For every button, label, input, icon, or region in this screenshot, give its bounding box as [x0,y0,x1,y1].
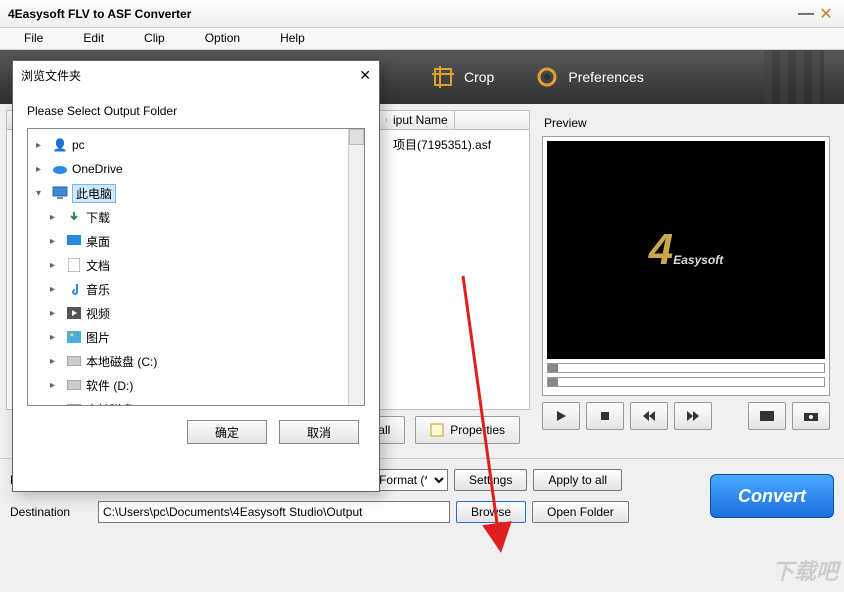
menu-help[interactable]: Help [260,28,325,49]
stop-button[interactable] [586,402,624,430]
properties-button[interactable]: Properties [415,416,520,444]
fullscreen-button[interactable] [748,402,786,430]
tree-item-onedrive[interactable]: ▸OneDrive [30,157,362,181]
close-button[interactable]: ✕ [816,4,836,24]
crop-button[interactable]: Crop [430,64,494,90]
music-icon [66,281,82,297]
snapshot-button[interactable] [792,402,830,430]
next-button[interactable] [674,402,712,430]
desktop-icon [66,233,82,249]
tree-item-documents[interactable]: ▸文档 [30,253,362,277]
user-icon: 👤 [52,137,68,153]
crop-icon [430,64,456,90]
picture-icon [66,329,82,345]
tree-item-disk-e[interactable]: ▸本地磁盘 (E:) [30,397,362,406]
tree-item-downloads[interactable]: ▸下载 [30,205,362,229]
menu-clip[interactable]: Clip [124,28,185,49]
video-icon [66,305,82,321]
document-icon [66,257,82,273]
tree-item-disk-c[interactable]: ▸本地磁盘 (C:) [30,349,362,373]
tree-item-thispc[interactable]: ▾此电脑 [30,181,362,205]
tree-item-pictures[interactable]: ▸图片 [30,325,362,349]
folder-tree[interactable]: ▸👤pc ▸OneDrive ▾此电脑 ▸下载 ▸桌面 ▸文档 ▸音乐 ▸视频 … [27,128,365,406]
computer-icon [52,185,68,201]
menu-file[interactable]: File [4,28,63,49]
destination-label: Destination [10,505,90,519]
dialog-cancel-button[interactable]: 取消 [279,420,359,444]
dialog-prompt: Please Select Output Folder [13,90,379,128]
window-title: 4Easysoft FLV to ASF Converter [8,7,796,21]
tree-scrollbar[interactable] [348,129,364,405]
menu-option[interactable]: Option [185,28,260,49]
cloud-icon [52,161,68,177]
preview-screen: 4Easysoft [547,141,825,359]
preview-panel: 4Easysoft [542,136,830,396]
minimize-button[interactable]: — [796,5,816,23]
browse-button[interactable]: Browse [456,501,526,523]
prev-button[interactable] [630,402,668,430]
download-icon [66,209,82,225]
preferences-label: Preferences [568,69,643,85]
seek-bar[interactable] [547,377,825,387]
brand-logo: 4Easysoft [649,225,724,275]
tree-item-pc[interactable]: ▸👤pc [30,133,362,157]
menu-edit[interactable]: Edit [63,28,124,49]
progress-bar[interactable] [547,363,825,373]
settings-button[interactable]: Settings [454,469,527,491]
open-folder-button[interactable]: Open Folder [532,501,629,523]
crop-label: Crop [464,69,494,85]
dialog-ok-button[interactable]: 确定 [187,420,267,444]
properties-icon [430,423,444,437]
preferences-button[interactable]: Preferences [534,64,643,90]
folder-browser-dialog: 浏览文件夹 ✕ Please Select Output Folder ▸👤pc… [12,60,380,492]
menu-bar: File Edit Clip Option Help [0,28,844,50]
preview-label: Preview [542,110,830,136]
progress-thumb[interactable] [548,364,558,372]
film-decoration [764,50,824,104]
tree-item-disk-d[interactable]: ▸软件 (D:) [30,373,362,397]
drive-icon [66,353,82,369]
watermark: 下载吧 [772,554,838,586]
destination-input[interactable] [98,501,450,523]
drive-icon [66,401,82,406]
tree-item-music[interactable]: ▸音乐 [30,277,362,301]
tree-item-desktop[interactable]: ▸桌面 [30,229,362,253]
play-button[interactable] [542,402,580,430]
dialog-title: 浏览文件夹 [21,67,359,84]
convert-button[interactable]: Convert [710,474,834,518]
seek-thumb[interactable] [548,378,558,386]
drive-icon [66,377,82,393]
col-output-name[interactable]: iput Name [387,111,455,129]
apply-all-button[interactable]: Apply to all [533,469,622,491]
title-bar: 4Easysoft FLV to ASF Converter — ✕ [0,0,844,28]
gear-icon [534,64,560,90]
tree-item-videos[interactable]: ▸视频 [30,301,362,325]
dialog-close-icon[interactable]: ✕ [359,67,371,84]
